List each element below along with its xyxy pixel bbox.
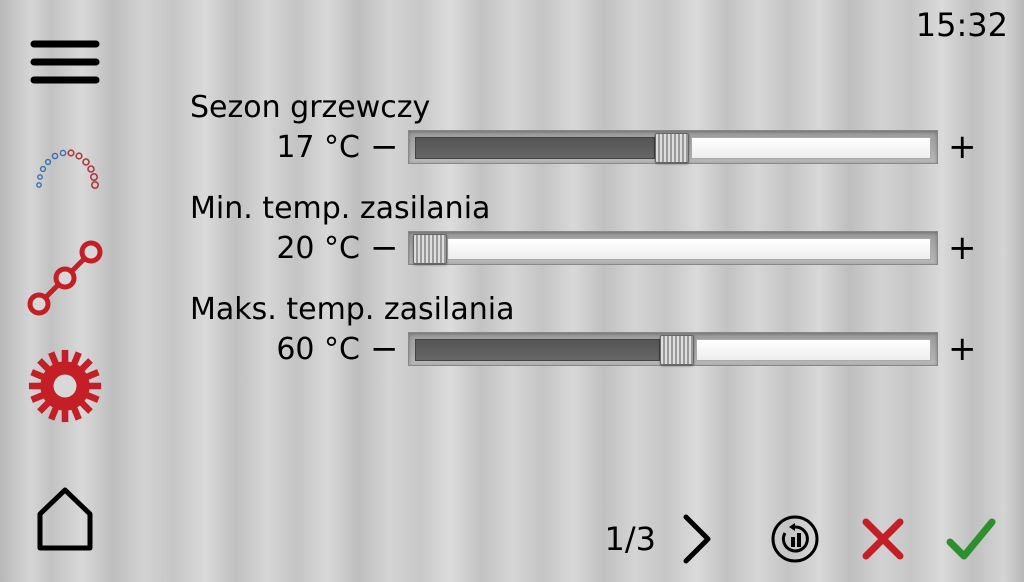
gear-icon xyxy=(24,345,106,427)
slider-thumb[interactable] xyxy=(660,335,694,365)
decrement-button[interactable]: − xyxy=(370,228,398,268)
setting-value: 60 °C xyxy=(190,332,360,367)
factory-reset-button[interactable] xyxy=(766,510,824,568)
sidebar-gauge-button[interactable] xyxy=(20,130,110,210)
slider-thumb[interactable] xyxy=(413,234,447,264)
sidebar-home-button[interactable] xyxy=(20,478,110,558)
settings-panel: Sezon grzewczy 17 °C − + Min. temp. zasi… xyxy=(190,90,994,393)
setting-row-heating-season: Sezon grzewczy 17 °C − + xyxy=(190,90,994,167)
increment-button[interactable]: + xyxy=(948,228,976,268)
gauge-arc-icon xyxy=(25,135,105,205)
page-text: 1/3 xyxy=(605,520,657,558)
sidebar-connection-button[interactable] xyxy=(20,238,110,318)
increment-button[interactable]: + xyxy=(948,127,976,167)
page-indicator: 1/3 xyxy=(605,510,727,568)
slider-thumb[interactable] xyxy=(655,133,689,163)
next-page-button[interactable] xyxy=(668,510,726,568)
confirm-button[interactable] xyxy=(942,510,1000,568)
check-icon xyxy=(944,514,998,564)
cancel-button[interactable] xyxy=(854,510,912,568)
factory-reset-icon xyxy=(769,513,821,565)
x-icon xyxy=(858,514,908,564)
decrement-button[interactable]: − xyxy=(370,127,398,167)
home-icon xyxy=(30,482,100,554)
connection-icon xyxy=(25,238,105,318)
setting-value: 17 °C xyxy=(190,130,360,165)
setting-label: Maks. temp. zasilania xyxy=(190,292,994,327)
chevron-right-icon xyxy=(680,513,714,565)
slider[interactable] xyxy=(408,231,938,265)
increment-button[interactable]: + xyxy=(948,329,976,369)
setting-row-min-supply-temp: Min. temp. zasilania 20 °C − + xyxy=(190,191,994,268)
sidebar xyxy=(0,0,130,582)
setting-row-max-supply-temp: Maks. temp. zasilania 60 °C − + xyxy=(190,292,994,369)
clock: 15:32 xyxy=(916,6,1008,44)
setting-label: Min. temp. zasilania xyxy=(190,191,994,226)
hamburger-icon xyxy=(30,38,100,86)
menu-button[interactable] xyxy=(20,22,110,102)
slider[interactable] xyxy=(408,130,938,164)
sidebar-settings-button[interactable] xyxy=(20,346,110,426)
decrement-button[interactable]: − xyxy=(370,329,398,369)
slider[interactable] xyxy=(408,332,938,366)
setting-label: Sezon grzewczy xyxy=(190,90,994,125)
setting-value: 20 °C xyxy=(190,231,360,266)
footer-bar: 1/3 xyxy=(190,510,1000,568)
